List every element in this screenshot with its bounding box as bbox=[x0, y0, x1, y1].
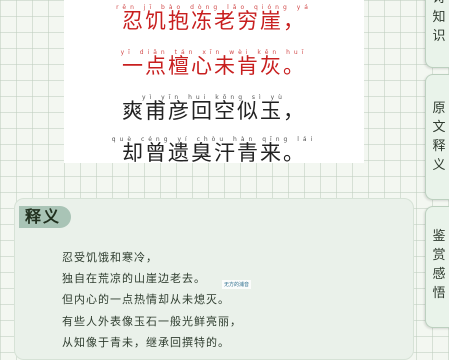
poem-card: rěn jī bào dòng lǎo qióng yá 忍饥抱冻老穷崖， yī… bbox=[64, 0, 364, 164]
poem-line-2-text: 一点檀心未肯灰。 bbox=[122, 54, 306, 78]
explanation-line-1: 忍受饥饿和寒冷， bbox=[62, 251, 158, 264]
poem-line-2: yī diǎn tán xīn wèi kěn huī 一点檀心未肯灰。 bbox=[64, 49, 364, 77]
poem-line-4: què céng yí chòu hàn qīng lái 却曾遗臭汗青来。 bbox=[64, 136, 364, 164]
explanation-line-3: 但内心的一点热情却从未熄灭。 bbox=[62, 293, 230, 306]
tab-appreciation[interactable]: 鉴赏感悟 bbox=[425, 206, 449, 328]
explanation-title: 释义 bbox=[25, 207, 62, 226]
poem-line-1-text: 忍饥抱冻老穷崖， bbox=[122, 9, 306, 33]
watermark-label: 无方的浦音 bbox=[222, 280, 252, 289]
poem-line-3-text: 爽甫彦回空似玉， bbox=[122, 99, 306, 123]
tab-translation-label: 原文释义 bbox=[432, 101, 446, 173]
explanation-line-5: 从知像于青未，继承回撰特的。 bbox=[62, 336, 230, 349]
tab-knowledge[interactable]: 诗知识 bbox=[425, 0, 449, 68]
explanation-line-4: 有些人外表像玉石一般光鲜亮丽， bbox=[62, 315, 242, 328]
tab-translation[interactable]: 原文释义 bbox=[425, 74, 449, 200]
tab-knowledge-label: 诗知识 bbox=[432, 0, 446, 44]
explanation-line-2: 独自在荒凉的山崖边老去。 bbox=[62, 272, 206, 285]
poem-line-3: yì yīn hui kōng sì yù 爽甫彦回空似玉， bbox=[64, 94, 364, 122]
poem-line-1: rěn jī bào dòng lǎo qióng yá 忍饥抱冻老穷崖， bbox=[64, 4, 364, 32]
poem-line-4-text: 却曾遗臭汗青来。 bbox=[122, 141, 306, 165]
tab-appreciation-label: 鉴赏感悟 bbox=[432, 229, 446, 301]
